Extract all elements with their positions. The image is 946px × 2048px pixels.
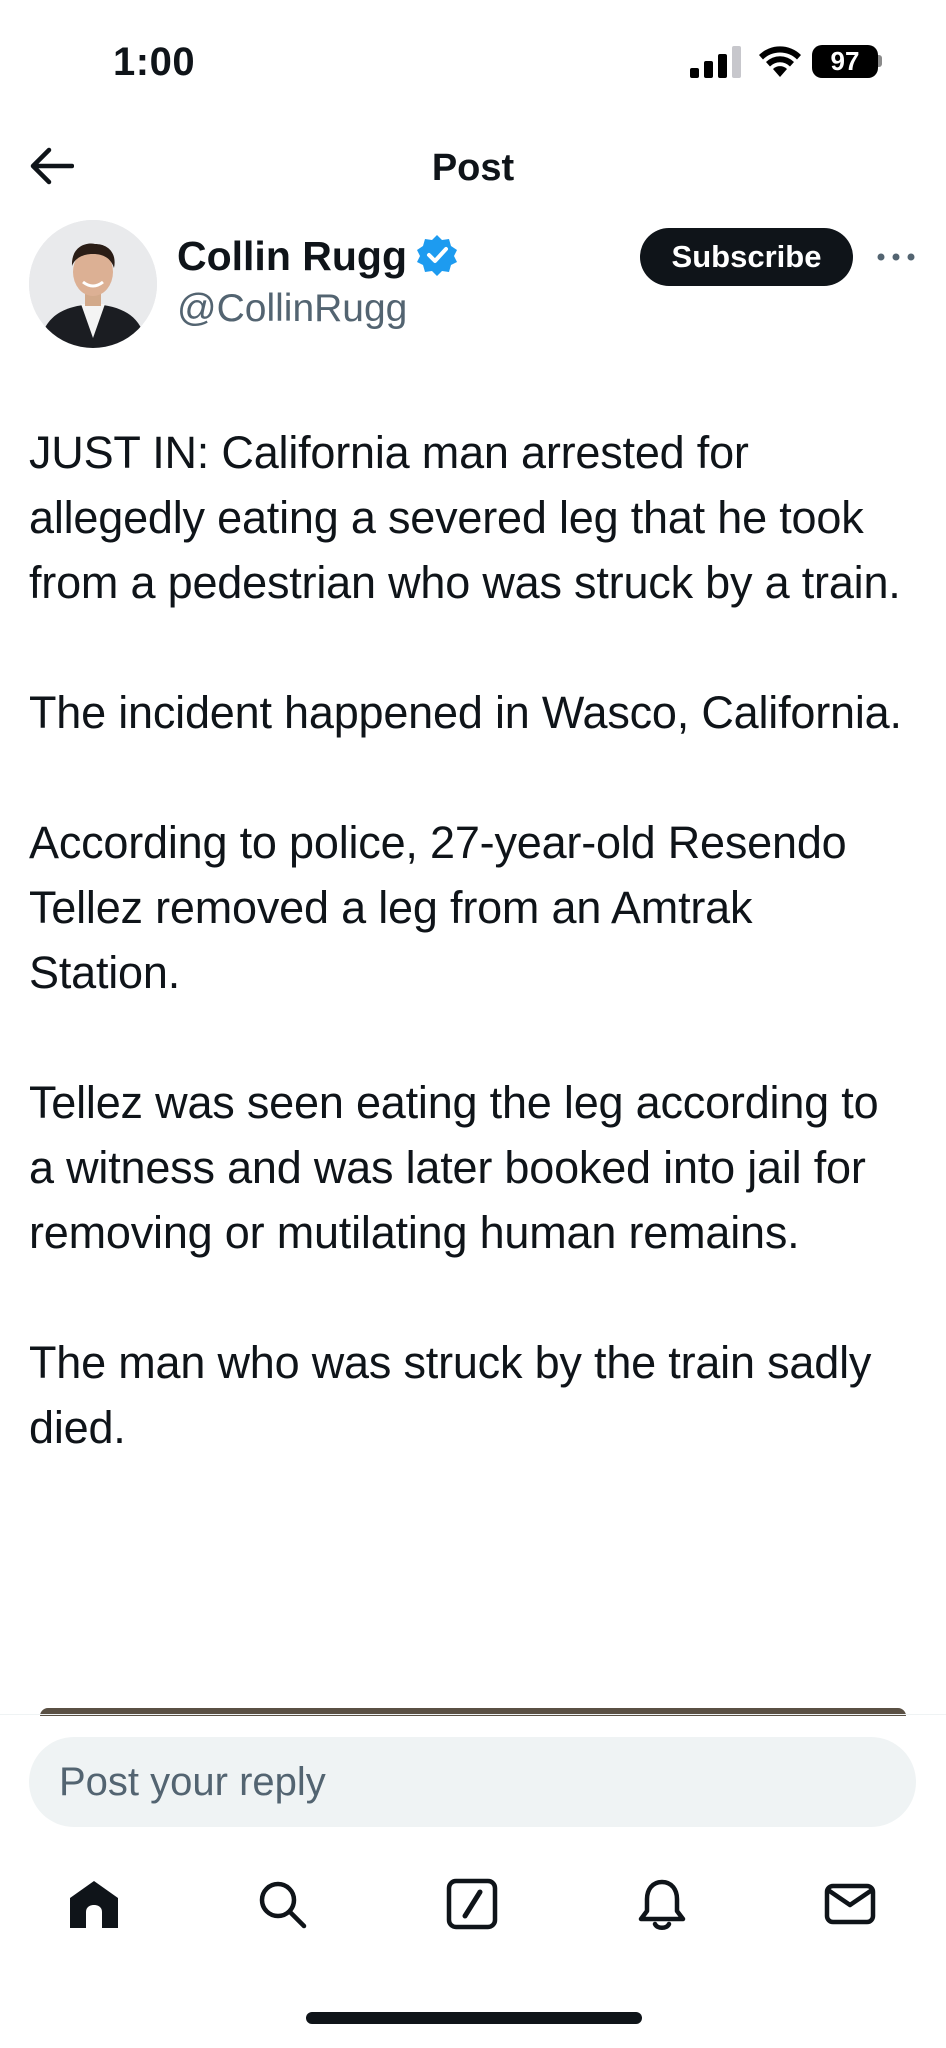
status-time: 1:00 <box>113 40 196 84</box>
reply-placeholder: Post your reply <box>59 1760 326 1804</box>
post-paragraph: JUST IN: California man arrested for all… <box>29 427 901 608</box>
post-paragraph: The man who was struck by the train sadl… <box>29 1337 872 1453</box>
home-icon[interactable] <box>66 1876 122 1932</box>
page-title: Post <box>431 147 515 189</box>
avatar-image <box>29 220 157 348</box>
post-text: JUST IN: California man arrested for all… <box>29 420 909 1525</box>
mail-icon[interactable] <box>822 1876 878 1932</box>
battery-level: 97 <box>830 46 860 76</box>
avatar[interactable] <box>29 220 157 348</box>
post-paragraph: The incident happened in Wasco, Californ… <box>29 687 902 738</box>
author-name[interactable]: Collin Rugg <box>177 230 407 282</box>
verified-badge-icon <box>417 235 457 276</box>
more-options-icon[interactable] <box>875 243 917 271</box>
divider <box>0 1714 946 1715</box>
compose-icon[interactable] <box>444 1876 500 1932</box>
reply-input[interactable]: Post your reply <box>29 1737 916 1827</box>
battery-indicator: 97 <box>812 45 878 78</box>
wifi-icon <box>759 46 801 77</box>
home-indicator[interactable] <box>306 2012 642 2024</box>
subscribe-button[interactable]: Subscribe <box>640 228 853 286</box>
battery-tip <box>878 55 882 67</box>
cellular-signal-icon <box>690 46 741 78</box>
post-paragraph: Tellez was seen eating the leg according… <box>29 1077 879 1258</box>
back-arrow-icon[interactable] <box>28 146 74 186</box>
bell-icon[interactable] <box>634 1876 690 1932</box>
post-paragraph: According to police, 27-year-old Resendo… <box>29 817 847 998</box>
search-icon[interactable] <box>254 1876 310 1932</box>
author-handle[interactable]: @CollinRugg <box>177 284 407 334</box>
